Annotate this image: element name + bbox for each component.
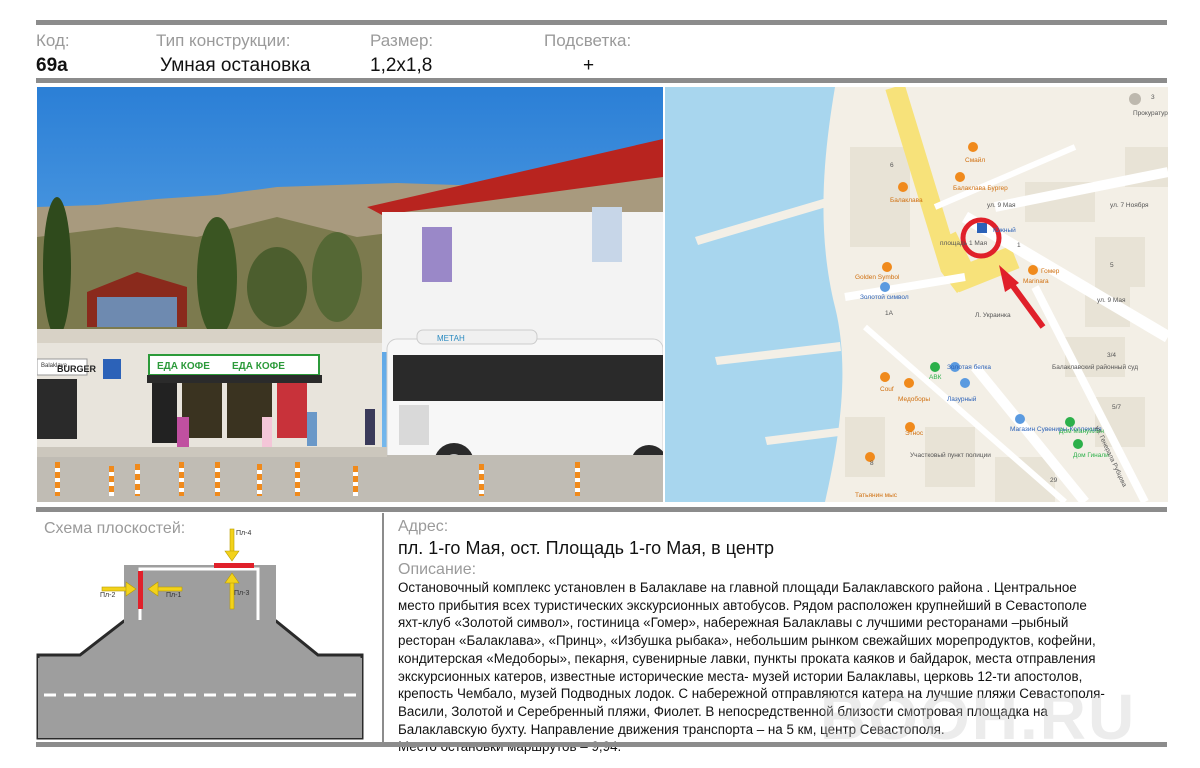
- location-map: Прокуратура Балаклавского района 3 Смайл…: [665, 87, 1168, 502]
- description-label: Описание:: [398, 561, 477, 578]
- shop-sign-burger: BURGER: [57, 364, 97, 374]
- street-photo-illustration: Balaklava BURGER ЕДА КОФЕ ЕДА КОФЕ МЕТАН: [37, 87, 663, 502]
- bollards: [37, 462, 663, 502]
- map-label-sud: Балаклавский районный суд: [1052, 363, 1138, 371]
- scheme-label-pl2: Пл-2: [100, 592, 115, 599]
- map-label-prokuratura: Прокуратура Балаклавского района: [1133, 109, 1168, 117]
- kiosk-sign-2: ЕДА КОФЕ: [232, 361, 285, 372]
- map-label-zolotoy-simvol: Золотой символ: [860, 293, 909, 301]
- type-label: Тип конструкции:: [156, 31, 291, 50]
- map-label-lazurny: Лазурный: [947, 395, 977, 403]
- address-label: Адрес:: [398, 518, 449, 535]
- street-photo: Balaklava BURGER ЕДА КОФЕ ЕДА КОФЕ МЕТАН: [37, 87, 663, 502]
- code-label: Код:: [36, 31, 70, 50]
- bus-label: МЕТАН: [437, 334, 465, 343]
- map-label-balaklava-burger: Балаклава Бургер: [953, 185, 1008, 192]
- top-rule: [36, 20, 1167, 25]
- bollard: [135, 464, 140, 496]
- map-label-1a: 1А: [885, 310, 894, 317]
- bollard: [479, 464, 484, 496]
- map-label-golden-symbol: Golden Symbol: [855, 274, 900, 281]
- map-label-ul-9-maya-2: ул. 9 Мая: [1097, 297, 1126, 304]
- bollard: [257, 464, 262, 496]
- map-label-sosh: Соuf: [880, 386, 894, 393]
- scheme-label-pl4: Пл-4: [236, 530, 251, 537]
- bollard: [295, 462, 300, 496]
- size-label: Размер:: [370, 31, 434, 50]
- scheme-label-pl1: Пл-1: [166, 592, 181, 599]
- map-illustration: Прокуратура Балаклавского района 3 Смайл…: [665, 87, 1168, 502]
- code-value: 69а: [36, 55, 68, 76]
- map-label-tatyanin: Татьянин мыс: [855, 492, 898, 499]
- middle-rule: [36, 507, 1167, 512]
- bottom-rule: [36, 742, 1167, 747]
- header-bottom-rule: [36, 78, 1167, 83]
- map-label-5-7: 5/7: [1112, 404, 1121, 411]
- map-label-3: 3: [1151, 94, 1155, 101]
- address-value: пл. 1-го Мая, ост. Площадь 1-го Мая, в ц…: [398, 538, 775, 558]
- scheme-illustration: Пл-4 Пл-3 Пл-2 Пл-1: [36, 528, 364, 740]
- map-label-gomer: Гомер: [1041, 268, 1060, 275]
- map-label-6: 6: [890, 162, 894, 169]
- map-label-ul-7-noyabrya: ул. 7 Ноября: [1110, 201, 1149, 209]
- map-label-medobory: Медоборы: [898, 395, 930, 403]
- bollard: [55, 462, 60, 496]
- size-value: 1,2х1,8: [370, 55, 433, 76]
- map-label-8: 8: [870, 460, 874, 467]
- light-value: +: [583, 55, 595, 76]
- type-value: Умная остановка: [160, 55, 311, 76]
- bollard: [575, 462, 580, 496]
- map-label-zolotaya-belka: Золотая белка: [947, 363, 991, 371]
- bollard: [353, 466, 358, 496]
- map-label-dom-ginali: Дом Гинали: [1073, 452, 1109, 459]
- light-label: Подсветка:: [544, 31, 632, 50]
- map-label-avk: АВК: [929, 374, 942, 381]
- map-label-3-4: 3/4: [1107, 352, 1116, 359]
- map-label-1: 1: [1017, 242, 1021, 249]
- scheme-label-pl3: Пл-3: [234, 590, 249, 597]
- map-label-yuzhny: Южный: [993, 226, 1016, 234]
- map-label-smile: Смайл: [965, 156, 985, 164]
- section-divider: [382, 513, 384, 742]
- map-label-29: 29: [1050, 477, 1058, 484]
- map-label-ploshad: площадь 1 Мая: [940, 240, 987, 247]
- scheme-diagram: Пл-4 Пл-3 Пл-2 Пл-1: [36, 513, 382, 741]
- map-label-balaklava: Балаклава: [890, 197, 923, 204]
- bollard: [215, 462, 220, 496]
- map-label-5: 5: [1110, 262, 1114, 269]
- kiosk-sign-1: ЕДА КОФЕ: [157, 361, 210, 372]
- bollard: [109, 466, 114, 496]
- map-label-ukrainka: Л. Украинка: [975, 312, 1011, 319]
- map-label-etnos: Этнос: [905, 430, 924, 437]
- map-label-punkt-policii: Участковый пункт полиции: [910, 451, 991, 459]
- map-label-marinara: Marinara: [1023, 278, 1049, 285]
- map-label-ul-9-maya: ул. 9 Мая: [987, 202, 1016, 209]
- bollard: [179, 462, 184, 496]
